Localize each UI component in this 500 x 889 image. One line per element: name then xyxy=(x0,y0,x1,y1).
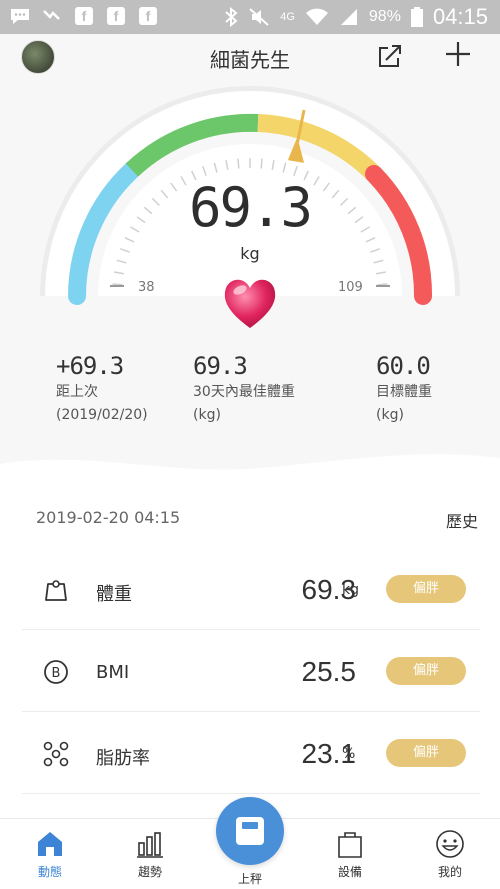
facebook-icon: f xyxy=(72,5,96,27)
stat-since-last: +69.3 距上次 (2019/02/20) xyxy=(56,352,148,426)
device-icon xyxy=(338,832,362,858)
gauge-tick xyxy=(260,158,263,169)
stat-sublabel: (2019/02/20) xyxy=(56,407,148,423)
status-bar: f f f 4G 98% 04:15 xyxy=(0,0,500,34)
missed-call-icon xyxy=(40,5,64,27)
stat-label: 30天內最佳體重 xyxy=(193,384,295,400)
bmi-icon: B xyxy=(44,660,68,684)
battery-percent: 98% xyxy=(368,8,401,25)
tab-label: 趨勢 xyxy=(137,865,162,879)
status-badge: 偏胖 xyxy=(386,739,466,767)
tab-label: 設備 xyxy=(337,865,362,879)
weight-icon xyxy=(45,580,67,601)
stat-value: 60.0 xyxy=(376,352,431,380)
system-icons: 4G 98% 04:15 xyxy=(224,4,488,30)
weight-unit: kg xyxy=(240,244,260,263)
gauge-tick xyxy=(112,283,123,286)
signal-icon xyxy=(340,9,357,25)
chat-icon xyxy=(8,5,32,27)
gauge-max-label: 109 xyxy=(338,280,363,295)
metric-name: 脂肪率 xyxy=(96,748,150,769)
metric-row-weight[interactable]: 體重 69.3 kg 偏胖 xyxy=(22,548,480,630)
battery-icon xyxy=(410,7,423,27)
stat-target: 60.0 目標體重 (kg) xyxy=(376,352,432,426)
gauge-tick xyxy=(377,283,388,286)
mute-icon xyxy=(249,8,269,26)
metric-name: 體重 xyxy=(96,584,132,605)
stat-best-30d: 69.3 30天內最佳體重 (kg) xyxy=(193,352,295,426)
stat-sublabel: (kg) xyxy=(193,407,221,423)
smiley-icon xyxy=(436,830,464,858)
tab-feed[interactable]: 動態 xyxy=(20,829,80,880)
home-icon xyxy=(38,832,62,856)
stat-sublabel: (kg) xyxy=(376,407,404,423)
heart-icon xyxy=(224,279,276,328)
weight-summary-card: 細菌先生 69.3 kg 38 109 +69.3 距上次 (2019/02/2… xyxy=(0,34,500,476)
tab-profile[interactable]: 我的 xyxy=(420,829,480,880)
fat-icon xyxy=(43,741,69,767)
status-badge: 偏胖 xyxy=(386,657,466,685)
stat-value: 69.3 xyxy=(193,352,248,380)
metric-unit: kg xyxy=(342,582,359,598)
measurement-date: 2019-02-20 04:15 xyxy=(36,508,181,527)
network-label: 4G xyxy=(280,11,295,23)
weigh-button[interactable] xyxy=(216,797,284,865)
metric-row-bmi[interactable]: B BMI 25.5 偏胖 xyxy=(22,630,480,712)
facebook-icon: f xyxy=(136,5,160,27)
status-badge: 偏胖 xyxy=(386,575,466,603)
tab-label: 動態 xyxy=(37,865,62,879)
tab-device[interactable]: 設備 xyxy=(320,829,380,880)
notification-icons: f f f xyxy=(8,5,160,27)
current-weight: 69.3 xyxy=(188,176,313,239)
scale-icon xyxy=(236,817,264,845)
wifi-icon xyxy=(305,8,328,25)
wave-divider xyxy=(0,454,500,476)
clock: 04:15 xyxy=(432,4,488,29)
metric-row-fat[interactable]: 脂肪率 23.1 % 偏胖 xyxy=(22,712,480,794)
trend-icon xyxy=(137,832,163,858)
metric-value: 25.5 xyxy=(301,656,357,687)
history-link[interactable]: 歷史 xyxy=(446,508,478,532)
tab-label: 我的 xyxy=(437,865,462,879)
metric-name: BMI xyxy=(96,662,130,683)
svg-text:B: B xyxy=(52,666,61,681)
gauge-min-label: 38 xyxy=(138,280,155,295)
gauge-tick xyxy=(237,158,240,169)
facebook-icon: f xyxy=(104,5,128,27)
metric-unit: % xyxy=(342,746,356,762)
weigh-label: 上秤 xyxy=(237,872,262,886)
stat-label: 距上次 xyxy=(56,384,98,400)
stat-value: +69.3 xyxy=(56,352,124,380)
tab-trend[interactable]: 趨勢 xyxy=(120,829,180,880)
bluetooth-icon xyxy=(225,7,238,27)
stat-label: 目標體重 xyxy=(376,384,432,400)
